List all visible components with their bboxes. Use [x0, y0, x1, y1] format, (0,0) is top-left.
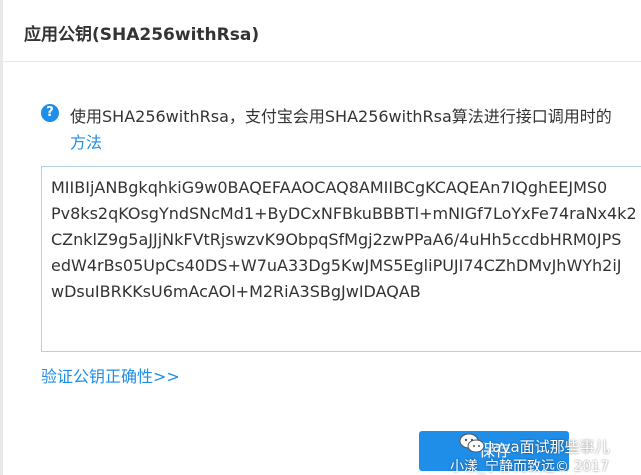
wechat-icon [459, 433, 485, 453]
background-edge [0, 0, 3, 475]
public-key-line: CZnklZ9g5aJJjNkFVtRjswzvK9ObpqSfMgj2zwPP… [51, 230, 622, 249]
public-key-line: wDsuIBRKKsU6mAcAOl+M2RiA3SBgJwIDAQAB [51, 282, 421, 301]
public-key-line: Pv8ks2qKOsgYndSNcMd1+ByDCxNFBkuBBBTl+mNI… [51, 204, 637, 223]
dialog: 应用公钥(SHA256withRsa) ? 使用SHA256withRsa，支付… [0, 0, 641, 475]
question-icon: ? [41, 104, 59, 122]
public-key-line: MIIBIjANBgkqhkiG9w0BAQEFAAOCAQ8AMIIBCgKC… [51, 178, 608, 197]
verify-key-link[interactable]: 验证公钥正确性>> [41, 363, 180, 387]
info-text-line2[interactable]: 方法 [70, 129, 102, 153]
info-text-line1: 使用SHA256withRsa，支付宝会用SHA256withRsa算法进行接口… [70, 107, 612, 126]
watermark-account: Java面试那些事儿 [488, 438, 610, 456]
watermark-author: 小漾_宁静而致远© 2017 [450, 459, 610, 475]
public-key-textarea[interactable]: MIIBIjANBgkqhkiG9w0BAQEFAAOCAQ8AMIIBCgKC… [41, 166, 641, 352]
public-key-line: edW4rBs05UpCs40DS+W7uA33Dg5KwJMS5EgliPUJ… [51, 256, 622, 275]
dialog-title: 应用公钥(SHA256withRsa) [24, 25, 260, 45]
dialog-header: 应用公钥(SHA256withRsa) [0, 0, 641, 62]
